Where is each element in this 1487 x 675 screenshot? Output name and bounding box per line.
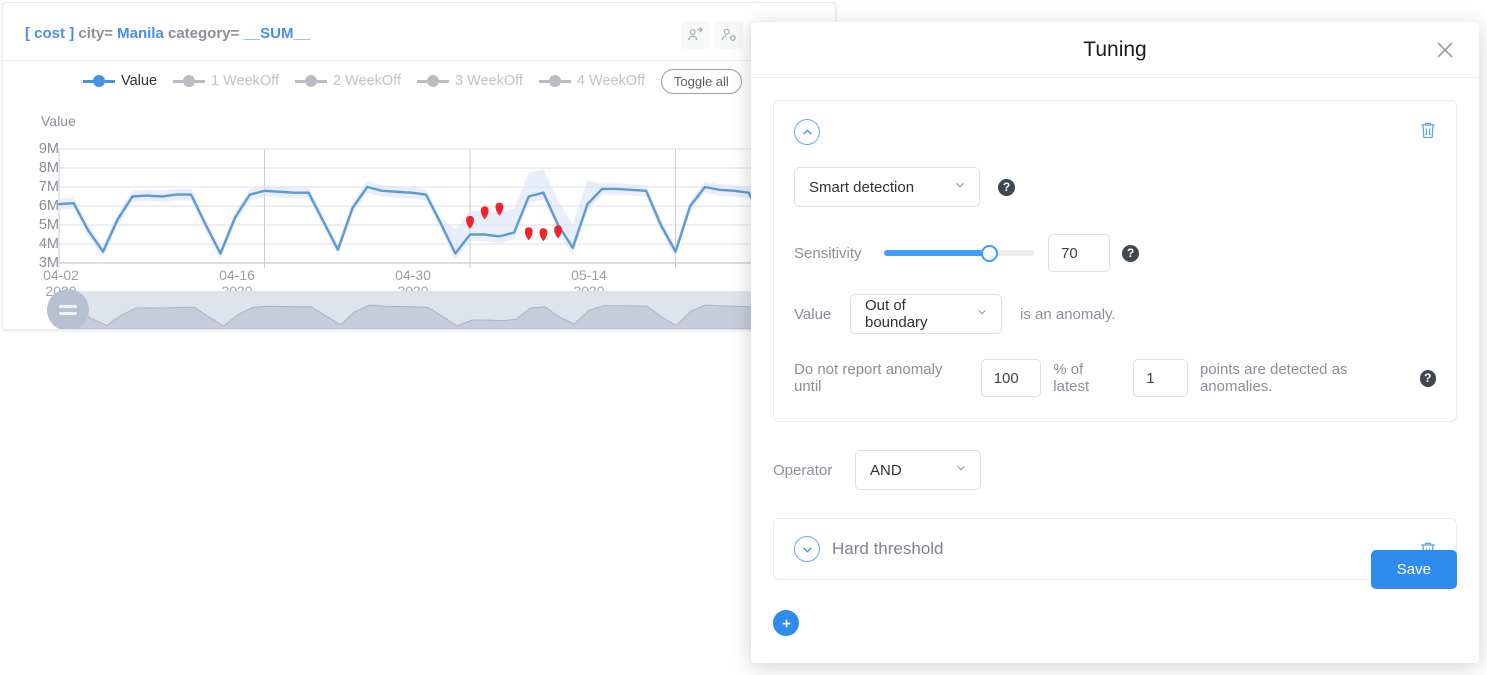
- chevron-down-icon: [975, 305, 989, 323]
- chart-header: [ cost ] city= Manila category= __SUM__: [3, 3, 835, 61]
- dimension-category-value[interactable]: __SUM__: [243, 25, 310, 42]
- boundary-select[interactable]: Out of boundary: [850, 294, 1002, 334]
- trash-icon[interactable]: [1418, 119, 1438, 141]
- dimension-city-key: city=: [78, 25, 113, 42]
- anomaly-suffix-text: is an anomaly.: [1020, 305, 1116, 323]
- metric-name[interactable]: cost: [34, 25, 65, 42]
- chart-card: [ cost ] city= Manila category= __SUM__: [2, 2, 836, 330]
- legend-item-1-weekoff[interactable]: 1 WeekOff: [173, 73, 279, 89]
- tuning-panel-header: Tuning: [751, 22, 1479, 78]
- value-label: Value: [794, 305, 832, 323]
- metric-bracket-open: [: [25, 25, 30, 42]
- add-rule-button[interactable]: [773, 610, 799, 636]
- chevron-down-icon: [954, 461, 968, 479]
- boundary-value: Out of boundary: [865, 297, 928, 331]
- legend-item-2-weekoff[interactable]: 2 WeekOff: [294, 73, 401, 89]
- sensitivity-input[interactable]: 70: [1048, 234, 1110, 272]
- sensitivity-help-icon[interactable]: ?: [1122, 244, 1139, 262]
- close-icon[interactable]: [1433, 38, 1457, 62]
- add-user-icon[interactable]: [681, 21, 709, 49]
- detection-type-select[interactable]: Smart detection: [794, 167, 980, 207]
- dimension-category-key: category=: [168, 25, 240, 42]
- chart-plot-area: Value 9M 8M 7M 6M 5M 4M 3M 04-022020 04-…: [3, 99, 835, 329]
- user-settings-icon[interactable]: [715, 21, 743, 49]
- tuning-panel: Tuning Smart detection ? Sensitivity 70 …: [751, 22, 1479, 663]
- sensitivity-slider[interactable]: [884, 244, 1034, 262]
- legend-label: 3 WeekOff: [454, 73, 523, 89]
- chart-legend: Value 1 WeekOff 2 WeekOff 3 WeekOff 4 We…: [3, 63, 835, 99]
- legend-label: 4 WeekOff: [576, 73, 645, 89]
- legend-label: 1 WeekOff: [211, 73, 279, 89]
- dimension-city-value[interactable]: Manila: [117, 25, 164, 42]
- chevron-down-icon[interactable]: [794, 536, 820, 562]
- report-percent-input[interactable]: 100: [980, 359, 1042, 397]
- chevron-up-icon[interactable]: [794, 119, 820, 145]
- brush-drag-handle[interactable]: [47, 289, 89, 329]
- legend-marker-icon: [173, 75, 206, 87]
- operator-value: AND: [870, 461, 902, 479]
- legend-item-value[interactable]: Value: [83, 73, 157, 89]
- hard-threshold-label: Hard threshold: [832, 539, 944, 558]
- smart-detection-rule-card: Smart detection ? Sensitivity 70 ? Value…: [773, 100, 1457, 422]
- report-help-icon[interactable]: ?: [1419, 369, 1436, 387]
- legend-marker-icon: [294, 75, 327, 87]
- report-middle-text: % of latest: [1053, 361, 1090, 395]
- legend-label: 2 WeekOff: [332, 73, 401, 89]
- page-title: Tuning: [1083, 37, 1147, 61]
- legend-marker-icon: [538, 75, 571, 87]
- metric-bracket-close: ]: [69, 25, 75, 42]
- detection-help-icon[interactable]: ?: [998, 178, 1015, 196]
- legend-marker-icon: [416, 75, 449, 87]
- detection-type-value: Smart detection: [809, 178, 915, 196]
- report-points-input[interactable]: 1: [1133, 359, 1188, 397]
- sensitivity-label: Sensitivity: [794, 244, 862, 262]
- chart-minimap-brush[interactable]: [62, 291, 835, 329]
- report-prefix-text: Do not report anomaly until: [794, 361, 943, 395]
- metric-title: [ cost ] city= Manila category= __SUM__: [25, 25, 310, 42]
- report-suffix-text: points are detected as anomalies.: [1199, 361, 1348, 395]
- hard-threshold-card[interactable]: Hard threshold: [773, 518, 1457, 580]
- tuning-panel-body: Smart detection ? Sensitivity 70 ? Value…: [751, 78, 1479, 636]
- legend-marker-icon: [83, 75, 115, 87]
- operator-label: Operator: [773, 461, 833, 479]
- toggle-all-button[interactable]: Toggle all: [660, 68, 742, 94]
- legend-item-4-weekoff[interactable]: 4 WeekOff: [538, 73, 645, 89]
- legend-label: Value: [121, 73, 158, 89]
- save-button[interactable]: Save: [1370, 550, 1457, 589]
- legend-item-3-weekoff[interactable]: 3 WeekOff: [416, 73, 523, 89]
- chevron-down-icon: [953, 178, 967, 196]
- operator-select[interactable]: AND: [855, 450, 981, 490]
